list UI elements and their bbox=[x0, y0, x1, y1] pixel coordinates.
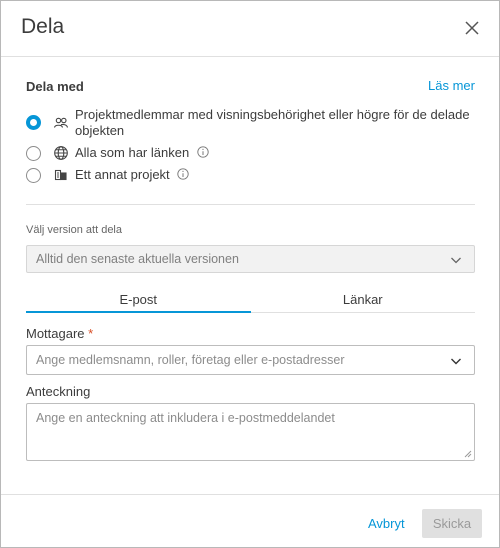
share-option-text: Alla som har länken bbox=[75, 145, 190, 160]
share-tabs: E-post Länkar bbox=[26, 289, 475, 313]
chevron-down-icon bbox=[451, 257, 461, 264]
radio-other-project[interactable] bbox=[26, 168, 41, 183]
dialog-title: Dela bbox=[21, 15, 65, 38]
dialog-footer: Avbryt Skicka bbox=[1, 494, 499, 547]
radio-anyone-with-link[interactable] bbox=[26, 146, 41, 161]
note-placeholder: Ange en anteckning att inkludera i e-pos… bbox=[36, 411, 335, 425]
tab-email[interactable]: E-post bbox=[26, 289, 251, 313]
info-icon[interactable] bbox=[177, 168, 189, 180]
close-icon bbox=[465, 21, 479, 35]
cancel-button[interactable]: Avbryt bbox=[368, 516, 405, 531]
required-mark: * bbox=[88, 326, 94, 341]
share-option-other-project[interactable]: Ett annat projekt bbox=[26, 167, 189, 183]
info-icon[interactable] bbox=[197, 146, 209, 158]
recipients-label-text: Mottagare bbox=[26, 326, 85, 341]
learn-more-link[interactable]: Läs mer bbox=[428, 78, 475, 93]
share-option-label-line1: Projektmedlemmar med visningsbehörighet … bbox=[75, 107, 470, 122]
recipients-placeholder: Ange medlemsnamn, roller, företag eller … bbox=[36, 353, 345, 367]
close-button[interactable] bbox=[461, 17, 483, 39]
recipients-label: Mottagare * bbox=[26, 326, 93, 341]
share-dialog: Dela Dela med Läs mer Projektmedlemmar m… bbox=[0, 0, 500, 548]
share-option-project-members[interactable]: Projektmedlemmar med visningsbehörighet … bbox=[26, 107, 470, 139]
version-label: Välj version att dela bbox=[26, 224, 122, 236]
resize-grip-icon[interactable] bbox=[464, 450, 472, 458]
tab-links[interactable]: Länkar bbox=[251, 289, 476, 312]
share-option-label: Alla som har länken bbox=[75, 145, 209, 161]
share-option-anyone-with-link[interactable]: Alla som har länken bbox=[26, 145, 209, 161]
version-selected-value: Alltid den senaste aktuella versionen bbox=[36, 252, 239, 266]
share-option-label-line2: objekten bbox=[75, 123, 125, 138]
note-textarea[interactable]: Ange en anteckning att inkludera i e-pos… bbox=[26, 403, 475, 461]
dialog-header: Dela bbox=[1, 1, 499, 57]
share-with-label: Dela med bbox=[26, 79, 84, 94]
radio-project-members[interactable] bbox=[26, 115, 41, 130]
project-icon bbox=[53, 167, 69, 183]
recipients-input[interactable]: Ange medlemsnamn, roller, företag eller … bbox=[26, 345, 475, 375]
section-divider bbox=[26, 204, 475, 205]
people-icon bbox=[53, 115, 69, 131]
send-button[interactable]: Skicka bbox=[422, 509, 482, 538]
note-label: Anteckning bbox=[26, 384, 91, 399]
share-option-label: Projektmedlemmar med visningsbehörighet … bbox=[75, 107, 470, 139]
share-option-label: Ett annat projekt bbox=[75, 167, 189, 183]
chevron-down-icon[interactable] bbox=[450, 355, 462, 367]
share-option-text: Ett annat projekt bbox=[75, 167, 170, 182]
version-select[interactable]: Alltid den senaste aktuella versionen bbox=[26, 245, 475, 273]
globe-icon bbox=[53, 145, 69, 161]
